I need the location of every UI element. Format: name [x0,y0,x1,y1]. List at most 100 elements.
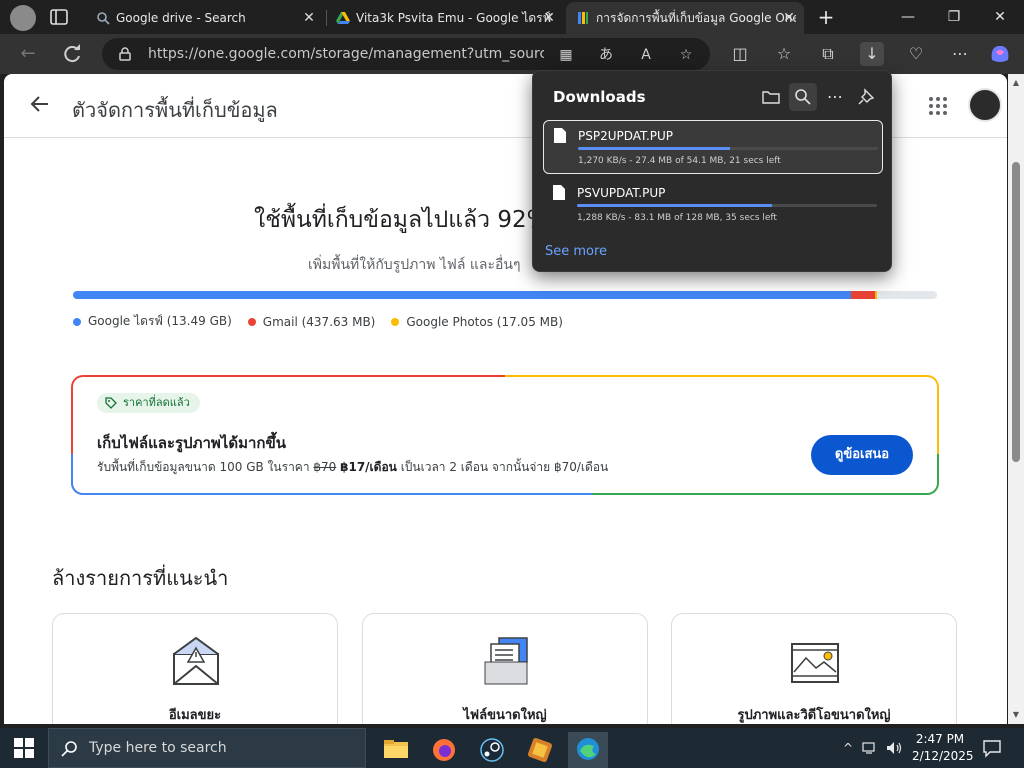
network-icon[interactable] [862,740,878,756]
tab-title: การจัดการพื้นที่เก็บข้อมูล Google One [596,10,796,25]
download-filename: PSP2UPDAT.PUP [578,129,674,143]
tab-google-search[interactable]: Google drive - Search ✕ [86,2,324,34]
card-label: อีเมลขยะ [168,708,222,723]
download-item[interactable]: PSP2UPDAT.PUP 1,270 KB/s - 27.4 MB of 54… [543,120,883,174]
search-icon [97,12,110,25]
pin-icon[interactable] [853,83,881,111]
avatar[interactable] [968,88,1002,122]
scroll-up-icon[interactable]: ▲ [1011,78,1021,88]
clock-date: 2/12/2025 [912,749,974,763]
search-placeholder: Type here to search [89,740,227,756]
windows-taskbar: Type here to search ^ 2:47 PM 2/12/2025 [0,728,1024,768]
more-options-icon[interactable]: ⋯ [821,83,849,111]
storage-segment-photos [874,291,877,299]
tab-strip: Google drive - Search ✕ Vita3k Psvita Em… [0,0,1024,34]
collections-icon[interactable]: ⧉ [816,42,840,66]
file-explorer-icon[interactable] [376,732,416,768]
address-bar[interactable]: https://one.google.com/storage/managemen… [102,38,710,70]
settings-more-icon[interactable]: ⋯ [948,42,972,66]
file-icon [553,185,565,200]
usage-subtitle: เพิ่มพื้นที่ให้กับรูปภาพ ไฟล์ และอื่นๆ [308,257,521,273]
clock-time: 2:47 PM [915,732,965,746]
download-item[interactable]: PSVUPDAT.PUP 1,288 KB/s - 83.1 MB of 128… [543,178,883,232]
new-tab-button[interactable]: + [814,6,838,30]
close-tab-icon[interactable]: ✕ [782,11,796,25]
cleanup-card-large-files[interactable]: ไฟล์ขนาดใหญ่ [362,613,648,724]
card-label: ไฟล์ขนาดใหญ่ [463,708,547,723]
system-clock[interactable]: 2:47 PM 2/12/2025 [912,731,974,765]
scroll-down-icon[interactable]: ▼ [1011,710,1021,720]
legend-label: Google Photos (17.05 MB) [406,314,563,329]
tab-google-one[interactable]: การจัดการพื้นที่เก็บข้อมูล Google One ✕ [566,2,804,34]
tab-vita3k-drive[interactable]: Vita3k Psvita Emu - Google ไดรฟ์ ✕ [326,2,564,34]
offer-new-price: ฿17/เดือน [340,460,397,474]
see-more-link[interactable]: See more [545,244,607,259]
legend-dot [73,317,81,326]
read-aloud-icon[interactable]: A [636,45,656,65]
offer-description: รับพื้นที่เก็บข้อมูลขนาด 100 GB ในราคา ฿… [97,458,608,477]
tab-title: Vita3k Psvita Emu - Google ไดรฟ์ [356,10,552,25]
favorite-star-icon[interactable]: ☆ [676,45,696,65]
game-launcher-icon[interactable] [520,732,560,768]
app-available-icon[interactable]: ▦ [556,45,576,65]
back-button[interactable]: ← [16,42,40,66]
cleanup-card-spam[interactable]: อีเมลขยะ [52,613,338,724]
downloads-icon[interactable]: ↓ [860,42,884,66]
download-progress [578,147,878,150]
large-photos-videos-icon [791,643,839,683]
storage-segment-drive [73,291,851,299]
downloads-panel: Downloads ⋯ PSP2UPDAT.PUP 1,270 KB/s - 2… [532,70,892,272]
profile-button[interactable] [10,5,36,31]
search-downloads-icon[interactable] [789,83,817,111]
tab-title: Google drive - Search [116,11,246,25]
url-text[interactable]: https://one.google.com/storage/managemen… [148,46,544,62]
legend-item-gmail: Gmail (437.63 MB) [247,312,376,331]
tag-icon [105,397,117,409]
google-one-icon [578,12,588,24]
notifications-icon[interactable] [982,738,1002,758]
downloads-title: Downloads [553,88,646,106]
performance-icon[interactable]: ♡ [904,42,928,66]
card-label: รูปภาพและวิดีโอขนาดใหญ่ [737,708,891,723]
copilot-icon[interactable] [988,42,1012,66]
steam-icon[interactable] [472,732,512,768]
search-icon [61,741,77,757]
legend-label: Gmail (437.63 MB) [262,314,376,329]
section-title: ล้างรายการที่แนะนำ [52,566,229,590]
download-filename: PSVUPDAT.PUP [577,186,666,200]
translate-icon[interactable]: あ [596,45,616,65]
close-tab-icon[interactable]: ✕ [542,11,556,25]
page-scrollbar[interactable]: ▲ ▼ [1008,74,1024,724]
show-hidden-icons-icon[interactable]: ^ [840,740,856,756]
legend-item-drive: Google ไดรฟ์ (13.49 GB) [73,312,232,331]
legend-label: Google ไดรฟ์ (13.49 GB) [88,314,232,328]
close-tab-icon[interactable]: ✕ [302,11,316,25]
window-close-button[interactable]: ✕ [980,4,1020,30]
download-progress-fill [577,204,772,207]
taskbar-search-box[interactable]: Type here to search [48,728,366,768]
legend-dot [247,317,256,326]
volume-icon[interactable] [886,740,902,756]
maximize-button[interactable]: ❐ [934,4,974,30]
cleanup-card-large-media[interactable]: รูปภาพและวิดีโอขนาดใหญ่ [671,613,957,724]
spam-email-icon [173,636,219,685]
offer-desc-prefix: รับพื้นที่เก็บข้อมูลขนาด 100 GB ในราคา [97,460,314,474]
minimize-button[interactable]: — [888,4,928,30]
windows-start-icon[interactable] [14,738,34,758]
scrollbar-thumb[interactable] [1012,162,1020,462]
lock-icon[interactable] [118,47,132,61]
firefox-icon[interactable] [424,732,464,768]
split-screen-icon[interactable]: ◫ [728,42,752,66]
offer-old-price: ฿70 [313,460,337,474]
open-folder-icon[interactable] [757,83,785,111]
storage-segment-gmail [850,291,875,299]
view-offer-button[interactable]: ดูข้อเสนอ [811,435,913,475]
favorites-icon[interactable]: ☆ [772,42,796,66]
tab-actions-icon[interactable] [50,9,68,25]
edge-browser-icon[interactable] [568,732,608,768]
google-apps-icon[interactable] [928,96,948,116]
discount-badge-label: ราคาที่ลดแล้ว [123,396,190,409]
back-arrow-icon[interactable] [28,92,52,116]
browser-toolbar: ← https://one.google.com/storage/managem… [0,34,1024,74]
refresh-icon[interactable] [60,42,84,66]
